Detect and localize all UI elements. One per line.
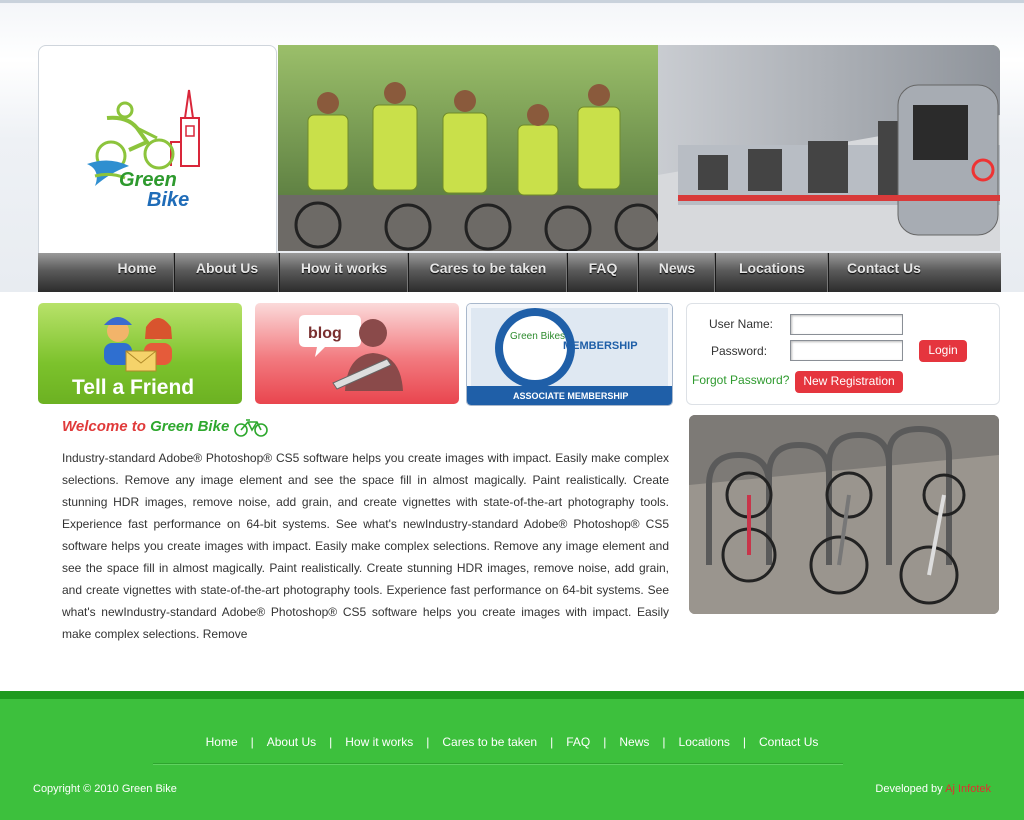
developer-link[interactable]: Aj Infotek — [945, 783, 991, 795]
bicycle-icon — [234, 419, 269, 437]
nav-faq[interactable]: FAQ — [568, 253, 639, 292]
person-icon — [359, 319, 387, 347]
footer-link-home[interactable]: Home — [206, 735, 238, 749]
new-registration-button[interactable]: New Registration — [795, 371, 903, 393]
username-label: User Name: — [709, 317, 774, 331]
login-button[interactable]: Login — [919, 340, 967, 362]
footer-link-locations[interactable]: Locations — [679, 735, 730, 749]
nav-cares-to-be-taken[interactable]: Cares to be taken — [409, 253, 568, 292]
nav-how-it-works[interactable]: How it works — [280, 253, 409, 292]
welcome-prefix: Welcome to — [62, 417, 146, 435]
username-input[interactable] — [790, 314, 903, 335]
footer-top-border — [0, 691, 1024, 699]
logo-panel[interactable]: Green Bike — [38, 45, 277, 257]
welcome-brand: Green Bike — [150, 417, 230, 435]
password-label: Password: — [711, 344, 768, 358]
green-bike-logo: Green Bike — [87, 89, 200, 211]
developer-credit: Developed by Aj Infotek — [875, 783, 991, 795]
password-input[interactable] — [790, 340, 903, 361]
membership-graphic: Green Bikes MEMBERSHIP ASSOCIATE MEMBERS… — [467, 304, 672, 405]
footer-separator: | — [550, 735, 554, 749]
copyright-text: Copyright © 2010 Green Bike — [33, 783, 177, 795]
footer-link-how-it-works[interactable]: How it works — [345, 735, 413, 749]
membership-title: MEMBERSHIP — [563, 340, 638, 352]
nav-contact-us[interactable]: Contact Us — [829, 253, 939, 292]
logo-text-bike: Bike — [147, 189, 189, 211]
nav-news[interactable]: News — [639, 253, 716, 292]
footer-link-news[interactable]: News — [619, 735, 649, 749]
blog-label: blog — [308, 325, 342, 342]
header-banner-photo — [278, 45, 1000, 251]
footer-separator: | — [662, 735, 666, 749]
nav-home[interactable]: Home — [100, 253, 175, 292]
tell-a-friend-label: Tell a Friend — [72, 376, 194, 399]
logo-text-green: Green — [119, 169, 177, 191]
nav-locations[interactable]: Locations — [716, 253, 829, 292]
membership-subtitle: ASSOCIATE MEMBERSHIP — [513, 391, 628, 401]
banner-graphic — [278, 45, 1000, 251]
tell-a-friend-graphic: Tell a Friend — [72, 317, 194, 399]
blog-graphic: blog — [299, 315, 403, 391]
footer — [0, 699, 1024, 820]
bike-rack-graphic — [689, 415, 999, 614]
login-panel: User Name: Password: Login Forgot Passwo… — [686, 303, 1000, 405]
welcome-body-text: Industry-standard Adobe® Photoshop® CS5 … — [62, 451, 669, 641]
developed-by-label: Developed by — [875, 783, 943, 795]
footer-separator: | — [250, 735, 254, 749]
footer-nav: Home | About Us | How it works | Cares to be t… — [0, 735, 1024, 749]
footer-divider — [153, 763, 843, 764]
membership-banner[interactable]: Green Bikes MEMBERSHIP ASSOCIATE MEMBERS… — [466, 303, 673, 406]
main-nav: Home About Us How it works Cares to be t… — [38, 253, 1001, 292]
footer-separator: | — [329, 735, 333, 749]
membership-brand: Green Bikes — [510, 331, 565, 342]
tell-a-friend-banner[interactable]: Tell a Friend — [38, 303, 242, 404]
footer-link-contact-us[interactable]: Contact Us — [759, 735, 818, 749]
bike-rack-photo — [689, 415, 999, 614]
nav-about-us[interactable]: About Us — [175, 253, 280, 292]
footer-separator: | — [426, 735, 430, 749]
footer-separator: | — [603, 735, 607, 749]
footer-link-faq[interactable]: FAQ — [566, 735, 590, 749]
top-rule — [0, 0, 1024, 3]
footer-link-about-us[interactable]: About Us — [267, 735, 316, 749]
forgot-password-link[interactable]: Forgot Password? — [692, 373, 789, 387]
footer-link-cares-to-be-taken[interactable]: Cares to be taken — [442, 735, 537, 749]
blog-banner[interactable]: blog — [255, 303, 459, 404]
welcome-heading: Welcome to Green Bike — [62, 417, 269, 437]
footer-separator: | — [742, 735, 747, 749]
